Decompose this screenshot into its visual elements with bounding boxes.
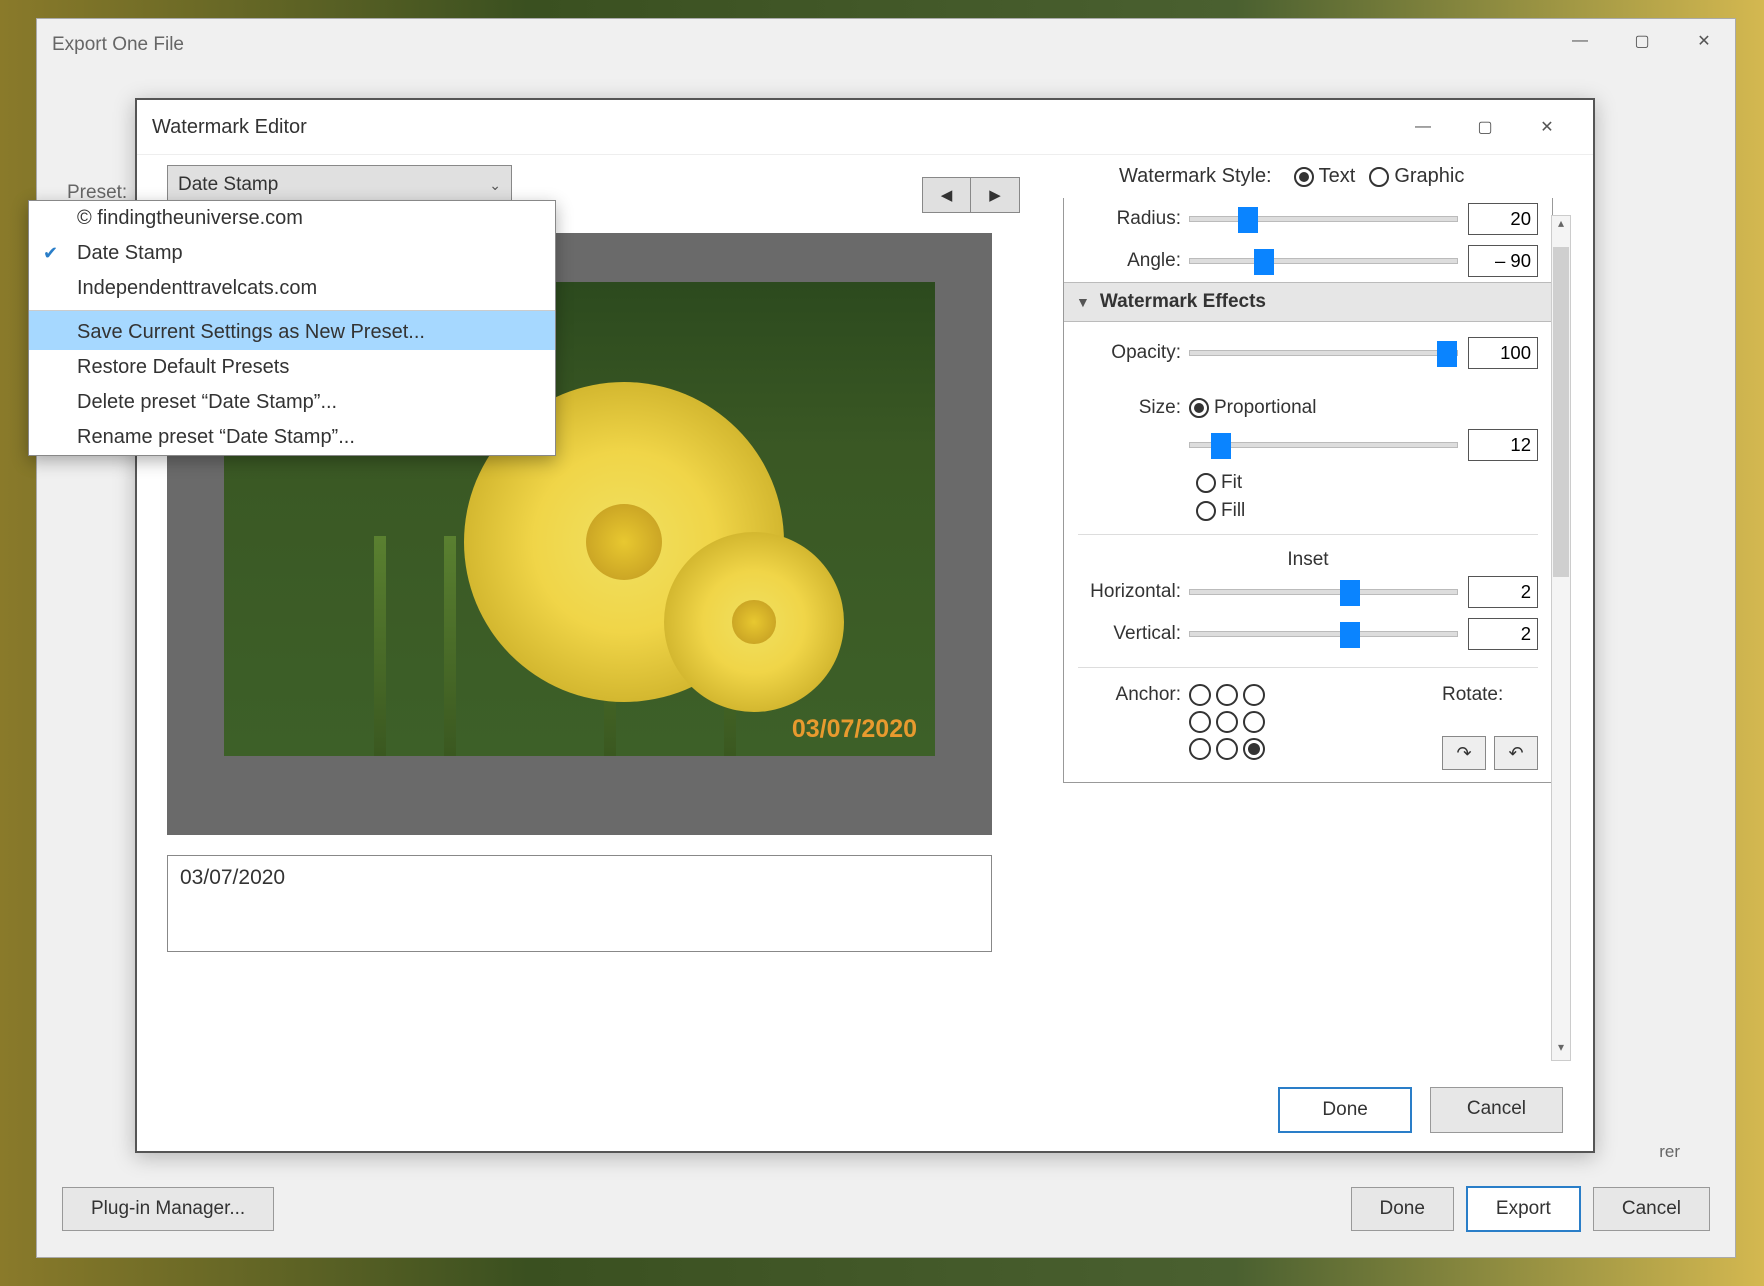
style-text-radio[interactable]: [1294, 167, 1314, 187]
preset-dropdown[interactable]: Date Stamp ⌄: [167, 165, 512, 205]
anchor-row: Anchor: Rotate: ↷ ↶: [1064, 680, 1552, 770]
rotate-ccw-button[interactable]: ↷: [1442, 736, 1486, 770]
size-fill-radio[interactable]: [1196, 501, 1216, 521]
minimize-icon[interactable]: —: [1549, 19, 1611, 63]
watermark-text-input[interactable]: 03/07/2020: [167, 855, 992, 952]
anchor-label: Anchor:: [1064, 684, 1189, 770]
horizontal-row: Horizontal:: [1064, 571, 1552, 613]
done-button[interactable]: Done: [1278, 1087, 1411, 1133]
check-icon: ✔: [43, 243, 58, 264]
prev-image-button[interactable]: ◀: [923, 178, 971, 212]
size-slider[interactable]: [1189, 442, 1458, 448]
inset-label: Inset: [1064, 549, 1552, 571]
menu-item-findingtheuniverse[interactable]: © findingtheuniverse.com: [29, 201, 555, 236]
export-title: Export One File: [52, 34, 184, 56]
close-icon[interactable]: ✕: [1673, 19, 1735, 63]
opacity-label: Opacity:: [1064, 342, 1189, 364]
outer-done-button[interactable]: Done: [1351, 1187, 1454, 1231]
export-bottom-bar: Plug-in Manager... Done Export Cancel re…: [62, 1186, 1710, 1232]
horizontal-label: Horizontal:: [1064, 581, 1189, 603]
angle-slider[interactable]: [1189, 258, 1458, 264]
rotate-label: Rotate:: [1442, 684, 1538, 706]
editor-right: Watermark Style: Text Graphic Radius: An…: [1063, 165, 1553, 1061]
settings-scrollbar[interactable]: ▴ ▾: [1551, 215, 1571, 1061]
size-input[interactable]: [1468, 429, 1538, 461]
size-row: Size: Proportional: [1064, 392, 1552, 424]
editor-minimize-icon[interactable]: —: [1392, 105, 1454, 149]
editor-close-icon[interactable]: ✕: [1516, 105, 1578, 149]
preset-menu: © findingtheuniverse.com ✔Date Stamp Ind…: [28, 200, 556, 456]
radius-slider[interactable]: [1189, 216, 1458, 222]
scroll-up-icon[interactable]: ▴: [1552, 216, 1570, 236]
editor-left: Date Stamp ⌄ ◀ ▶: [167, 165, 1027, 205]
scroll-down-icon[interactable]: ▾: [1552, 1040, 1570, 1060]
watermark-style-row: Watermark Style: Text Graphic: [1119, 165, 1553, 188]
vertical-label: Vertical:: [1064, 623, 1189, 645]
style-graphic-label: Graphic: [1394, 165, 1464, 188]
size-proportional-radio[interactable]: [1189, 398, 1209, 418]
radius-input[interactable]: [1468, 203, 1538, 235]
cancel-button[interactable]: Cancel: [1430, 1087, 1563, 1133]
style-graphic-radio[interactable]: [1369, 167, 1389, 187]
opacity-row: Opacity:: [1064, 332, 1552, 374]
editor-maximize-icon[interactable]: ▢: [1454, 105, 1516, 149]
export-button[interactable]: Export: [1466, 1186, 1581, 1232]
menu-item-restore-defaults[interactable]: Restore Default Presets: [29, 350, 555, 385]
chevron-down-icon: ⌄: [489, 177, 501, 194]
next-image-button[interactable]: ▶: [971, 178, 1019, 212]
menu-item-save-preset[interactable]: Save Current Settings as New Preset...: [29, 310, 555, 350]
settings-panel: Radius: Angle: ▼ Watermark Effects Opaci…: [1063, 198, 1553, 783]
plugin-manager-button[interactable]: Plug-in Manager...: [62, 1187, 274, 1231]
horizontal-input[interactable]: [1468, 576, 1538, 608]
menu-item-rename-preset[interactable]: Rename preset “Date Stamp”...: [29, 420, 555, 455]
vertical-slider[interactable]: [1189, 631, 1458, 637]
style-text-label: Text: [1319, 165, 1356, 188]
vertical-input[interactable]: [1468, 618, 1538, 650]
size-value-row: [1064, 424, 1552, 466]
watermark-overlay: 03/07/2020: [792, 715, 917, 744]
editor-bottom-bar: Done Cancel: [1278, 1087, 1563, 1133]
vertical-row: Vertical:: [1064, 613, 1552, 655]
size-label: Size:: [1064, 397, 1189, 419]
maximize-icon[interactable]: ▢: [1611, 19, 1673, 63]
collapse-icon: ▼: [1076, 294, 1090, 310]
rotate-cw-button[interactable]: ↶: [1494, 736, 1538, 770]
preview-nav: ◀ ▶: [922, 177, 1020, 213]
radius-label: Radius:: [1064, 208, 1189, 230]
preset-selected: Date Stamp: [178, 174, 278, 196]
anchor-grid[interactable]: [1189, 684, 1267, 770]
menu-item-independenttravelcats[interactable]: Independenttravelcats.com: [29, 271, 555, 306]
angle-input[interactable]: [1468, 245, 1538, 277]
scroll-thumb[interactable]: [1553, 247, 1569, 577]
editor-title: Watermark Editor: [152, 116, 1392, 139]
editor-titlebar: Watermark Editor — ▢ ✕: [137, 100, 1593, 155]
angle-row: Angle:: [1064, 240, 1552, 282]
size-fit-radio[interactable]: [1196, 473, 1216, 493]
effects-header[interactable]: ▼ Watermark Effects: [1064, 282, 1552, 322]
opacity-slider[interactable]: [1189, 350, 1458, 356]
angle-label: Angle:: [1064, 250, 1189, 272]
size-prop-label: Proportional: [1214, 397, 1316, 419]
radius-row: Radius:: [1064, 198, 1552, 240]
menu-item-date-stamp[interactable]: ✔Date Stamp: [29, 236, 555, 271]
horizontal-slider[interactable]: [1189, 589, 1458, 595]
menu-item-delete-preset[interactable]: Delete preset “Date Stamp”...: [29, 385, 555, 420]
opacity-input[interactable]: [1468, 337, 1538, 369]
export-window-controls: — ▢ ✕: [1549, 19, 1735, 63]
outer-cancel-button[interactable]: Cancel: [1593, 1187, 1710, 1231]
pager-label: rer: [1659, 1142, 1680, 1162]
style-label: Watermark Style:: [1119, 165, 1272, 188]
